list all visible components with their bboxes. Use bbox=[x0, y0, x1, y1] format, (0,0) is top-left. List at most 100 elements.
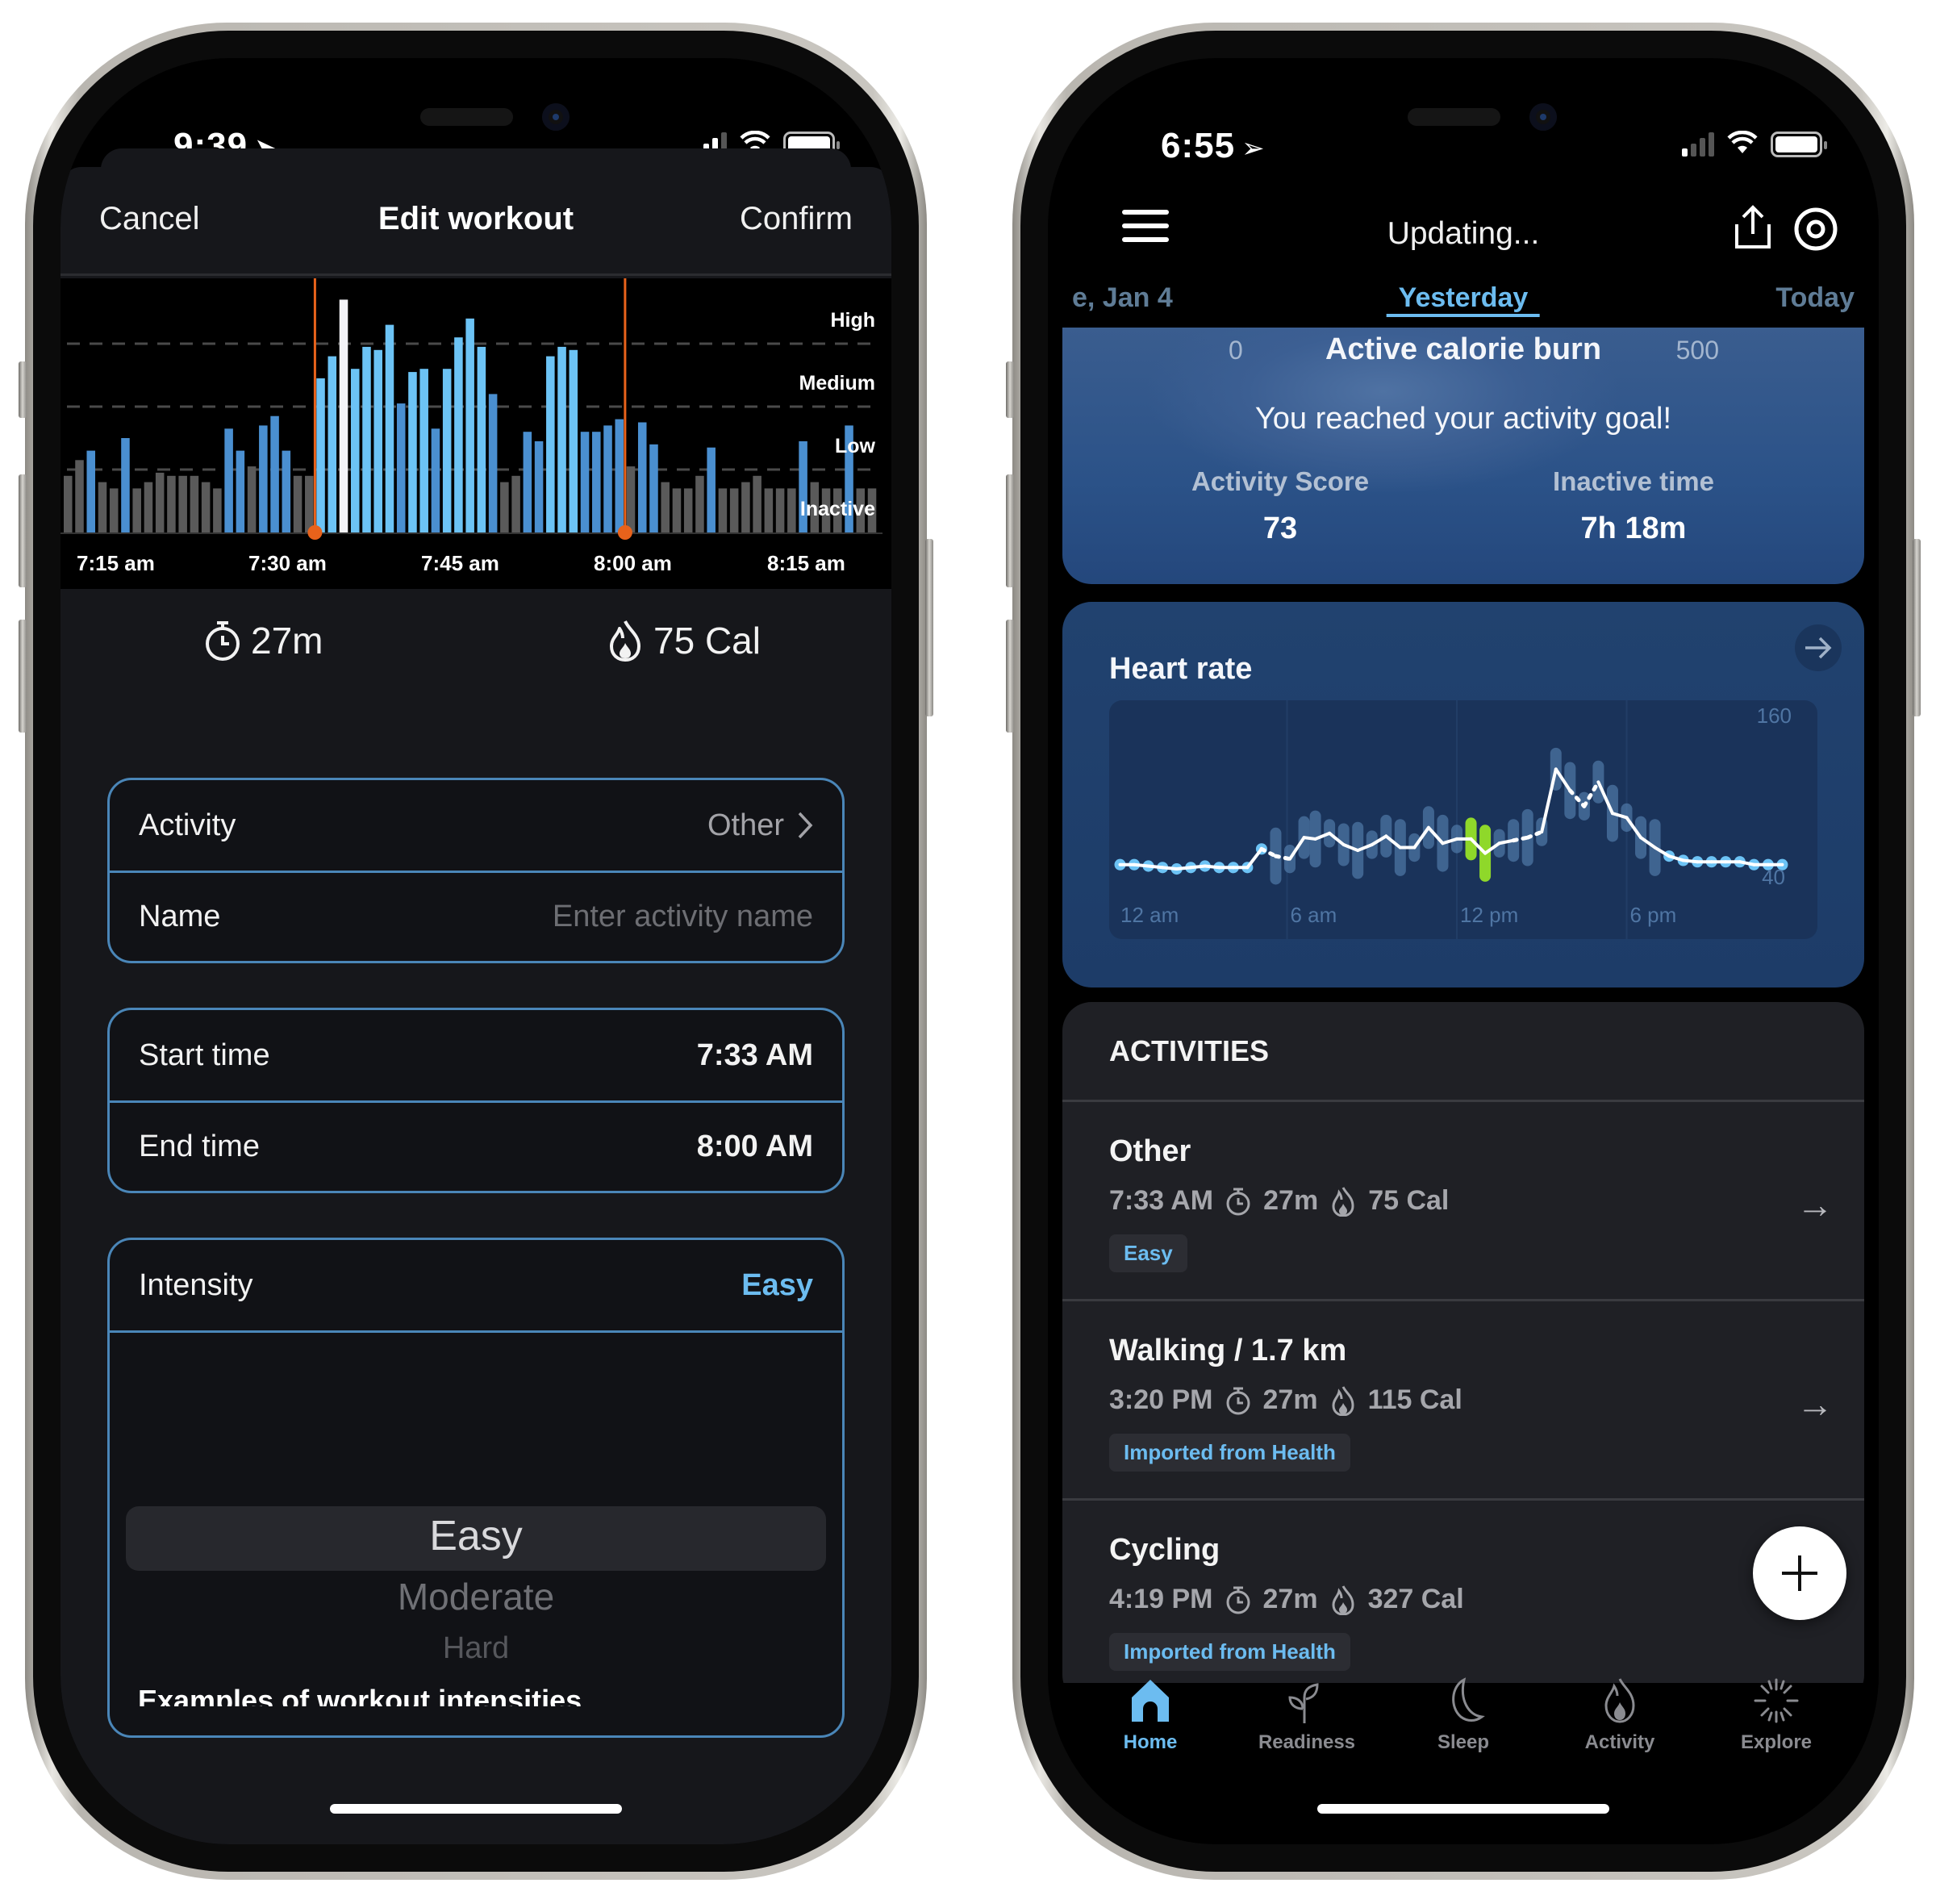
arrow-right-icon[interactable]: → bbox=[1796, 1183, 1834, 1226]
picker-option-easy[interactable]: Easy bbox=[110, 1512, 842, 1560]
tab-activity[interactable]: Activity bbox=[1555, 1676, 1684, 1764]
mute-switch bbox=[1006, 361, 1014, 418]
ring-device-icon[interactable] bbox=[1793, 207, 1838, 252]
status-time: 6:55 ➢ bbox=[1161, 126, 1266, 166]
bar bbox=[201, 482, 211, 532]
cellular-signal-icon bbox=[1682, 132, 1714, 157]
stopwatch-icon bbox=[1226, 1586, 1250, 1614]
x-tick-label: 6 pm bbox=[1630, 903, 1677, 927]
picker-option-hard[interactable]: Hard bbox=[110, 1631, 842, 1666]
bar bbox=[569, 349, 578, 532]
intensity-value: Easy bbox=[741, 1267, 813, 1302]
activity-start-time: 3:20 PM bbox=[1109, 1384, 1213, 1415]
x-tick-label: 6 am bbox=[1291, 903, 1337, 927]
calorie-scale-max: 500 bbox=[1675, 336, 1719, 365]
home-icon bbox=[1132, 1680, 1169, 1722]
heart-rate-open-button[interactable] bbox=[1795, 624, 1842, 671]
end-time-value[interactable]: 8:00 AM bbox=[697, 1129, 813, 1164]
selection-end-handle[interactable] bbox=[617, 525, 632, 540]
status-bar: 6:55 ➢ bbox=[1048, 58, 1879, 179]
selection-start-handle[interactable] bbox=[307, 525, 323, 540]
hr-line-segment bbox=[1681, 858, 1700, 864]
bar bbox=[419, 369, 428, 532]
activity-label: Activity bbox=[139, 808, 236, 842]
power-button bbox=[925, 539, 933, 716]
bar bbox=[741, 482, 750, 532]
name-row[interactable]: Name Enter activity name bbox=[110, 871, 842, 961]
home-indicator[interactable] bbox=[330, 1804, 622, 1814]
tab-explore[interactable]: Explore bbox=[1712, 1676, 1841, 1764]
bar bbox=[339, 299, 348, 532]
activity-goal-card[interactable]: 0 Active calorie burn 500 You reached yo… bbox=[1062, 328, 1864, 584]
start-time-row[interactable]: Start time 7:33 AM bbox=[110, 1010, 842, 1100]
flame-icon bbox=[610, 620, 640, 662]
bar bbox=[86, 450, 96, 532]
hr-line-segment bbox=[1540, 767, 1558, 834]
bar bbox=[328, 356, 337, 532]
date-tab-yesterday[interactable]: Yesterday bbox=[1386, 282, 1540, 317]
activity-row[interactable]: Activity Other bbox=[110, 780, 842, 871]
name-input[interactable]: Enter activity name bbox=[553, 900, 813, 934]
home-scroll-content[interactable]: 0 Active calorie burn 500 You reached yo… bbox=[1062, 328, 1864, 1683]
bar bbox=[144, 482, 153, 532]
stopwatch-icon bbox=[206, 621, 240, 661]
x-tick-label: 12 pm bbox=[1460, 903, 1518, 927]
top-bar: Updating... bbox=[1048, 187, 1879, 260]
bar bbox=[408, 372, 417, 532]
share-icon[interactable] bbox=[1732, 205, 1774, 250]
stopwatch-icon bbox=[1226, 1188, 1250, 1215]
intensity-picker[interactable]: Easy Moderate Hard bbox=[110, 1330, 842, 1735]
bar bbox=[178, 475, 187, 532]
workout-stats: 27m 75 Cal bbox=[60, 619, 891, 683]
intensity-row[interactable]: Intensity Easy bbox=[110, 1240, 842, 1330]
bar bbox=[672, 488, 682, 532]
speaker-grille bbox=[1408, 108, 1500, 126]
hr-line-segment bbox=[1146, 864, 1165, 870]
bar bbox=[75, 460, 84, 532]
plus-icon bbox=[1782, 1555, 1817, 1591]
bar bbox=[511, 475, 520, 532]
bar bbox=[442, 369, 452, 532]
activity-duration: 27m bbox=[1262, 1384, 1318, 1415]
activity-tag: Imported from Health bbox=[1109, 1434, 1350, 1472]
tab-home[interactable]: Home bbox=[1086, 1676, 1215, 1764]
activity-list-item[interactable]: Walking / 1.7 km 3:20 PM 27m 115 Cal Importe… bbox=[1062, 1301, 1864, 1501]
bar bbox=[431, 428, 440, 532]
bar bbox=[523, 432, 532, 532]
power-button bbox=[1913, 539, 1921, 716]
activity-calories: 327 Cal bbox=[1367, 1584, 1464, 1614]
add-activity-button[interactable] bbox=[1753, 1526, 1846, 1620]
tab-label: Activity bbox=[1584, 1731, 1655, 1753]
bar bbox=[155, 472, 165, 532]
phone-frame-right: 6:55 ➢ Updating... e, Jan 4 Yesterday To… bbox=[1006, 23, 1921, 1880]
cancel-button[interactable]: Cancel bbox=[99, 201, 200, 237]
date-tab-today[interactable]: Today bbox=[1775, 282, 1855, 314]
activity-list-item[interactable]: Cycling 4:19 PM 27m 327 Cal Imported from He… bbox=[1062, 1501, 1864, 1683]
bar bbox=[385, 324, 394, 532]
home-indicator[interactable] bbox=[1317, 1804, 1609, 1814]
activity-list-item[interactable]: Other 7:33 AM 27m 75 Cal Easy → bbox=[1062, 1102, 1864, 1301]
bar bbox=[695, 475, 704, 532]
heart-rate-card[interactable]: Heart rate 12 am 6 am 12 pm 6 pm 160 40 bbox=[1062, 602, 1864, 987]
start-time-value[interactable]: 7:33 AM bbox=[697, 1038, 813, 1073]
location-arrow-icon: ➢ bbox=[1241, 133, 1266, 164]
end-time-row[interactable]: End time 8:00 AM bbox=[110, 1100, 842, 1191]
tab-readiness[interactable]: Readiness bbox=[1242, 1676, 1371, 1764]
date-tabs: e, Jan 4 Yesterday Today bbox=[1048, 274, 1879, 326]
level-label-inactive: Inactive bbox=[799, 498, 875, 520]
activity-calories: 75 Cal bbox=[1368, 1185, 1450, 1216]
intensity-bar-chart[interactable]: High Medium Low Inactive 7:15 am 7:30 am… bbox=[60, 278, 891, 589]
tab-sleep[interactable]: Sleep bbox=[1399, 1676, 1528, 1764]
bar bbox=[396, 403, 406, 532]
picker-option-moderate[interactable]: Moderate bbox=[110, 1575, 842, 1618]
hr-line-gap-segment bbox=[1273, 854, 1292, 862]
x-tick-label: 8:00 am bbox=[594, 551, 672, 575]
activities-card: ACTIVITIES Other 7:33 AM 27m 75 Cal Easy → Wal… bbox=[1062, 1002, 1864, 1683]
heart-rate-chart: 12 am 6 am 12 pm 6 pm 160 40 bbox=[1109, 700, 1817, 939]
arrow-right-icon[interactable]: → bbox=[1796, 1382, 1834, 1426]
front-camera bbox=[542, 103, 570, 131]
bar bbox=[729, 488, 739, 532]
volume-down-button bbox=[19, 620, 27, 733]
confirm-button[interactable]: Confirm bbox=[740, 201, 853, 237]
date-tab-prev[interactable]: e, Jan 4 bbox=[1072, 282, 1173, 314]
